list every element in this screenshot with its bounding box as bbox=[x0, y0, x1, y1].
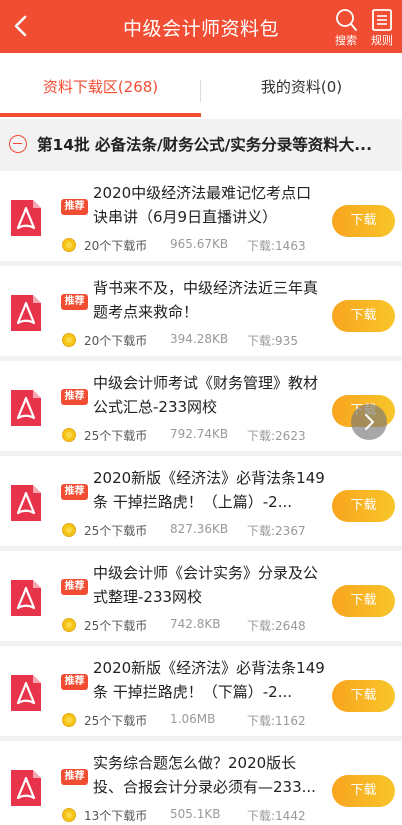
app-header: 中级会计师资料包 搜索 规则 bbox=[0, 0, 402, 53]
item-downloads: 下载:2648 bbox=[247, 619, 306, 633]
item-price: 20个下载币 bbox=[84, 334, 148, 348]
item-downloads: 下载:2367 bbox=[247, 524, 306, 538]
pdf-file-icon bbox=[11, 675, 41, 711]
pdf-file-icon bbox=[11, 485, 41, 521]
download-button[interactable]: 下载 bbox=[332, 300, 395, 332]
item-size: 505.1KB bbox=[170, 807, 221, 821]
recommend-badge: 推荐 bbox=[61, 294, 88, 310]
list-item[interactable]: 推荐 中级会计师《会计实务》分录及公式整理-233网校 25个下载币 742.8… bbox=[0, 551, 402, 641]
item-title[interactable]: 2020中级经济法最难记忆考点口诀串讲（6月9日直播讲义） bbox=[93, 181, 325, 229]
item-price: 25个下载币 bbox=[84, 714, 148, 728]
recommend-badge: 推荐 bbox=[61, 674, 88, 690]
item-title[interactable]: 背书来不及，中级经济法近三年真题考点来救命！ bbox=[93, 276, 325, 324]
item-title[interactable]: 2020新版《经济法》必背法条149条 干掉拦路虎！（上篇）-2... bbox=[93, 466, 325, 514]
pdf-file-icon bbox=[11, 200, 41, 236]
search-icon bbox=[336, 9, 357, 31]
chevron-right-icon bbox=[365, 414, 374, 430]
list-item[interactable]: 推荐 2020新版《经济法》必背法条149条 干掉拦路虎！（下篇）-2... 2… bbox=[0, 646, 402, 736]
coin-icon bbox=[62, 333, 76, 347]
pdf-file-icon bbox=[11, 580, 41, 616]
item-downloads: 下载:1442 bbox=[247, 809, 306, 823]
pdf-file-icon bbox=[11, 770, 41, 806]
download-button[interactable]: 下载 bbox=[332, 490, 395, 522]
search-button[interactable]: 搜索 bbox=[328, 7, 364, 49]
item-title[interactable]: 2020新版《经济法》必背法条149条 干掉拦路虎！（下篇）-2... bbox=[93, 656, 325, 704]
section-title: 第14批 必备法条/财务公式/实务分录等资料大... bbox=[37, 136, 372, 154]
coin-icon bbox=[62, 523, 76, 537]
item-size: 1.06MB bbox=[170, 712, 216, 726]
coin-icon bbox=[62, 713, 76, 727]
item-size: 827.36KB bbox=[170, 522, 229, 536]
list-item[interactable]: 推荐 背书来不及，中级经济法近三年真题考点来救命！ 20个下载币 394.28K… bbox=[0, 266, 402, 356]
next-page-button[interactable] bbox=[351, 404, 387, 440]
item-downloads: 下载:2623 bbox=[247, 429, 306, 443]
batch-section-header[interactable]: 第14批 必备法条/财务公式/实务分录等资料大... bbox=[0, 119, 402, 169]
item-downloads: 下载:1463 bbox=[247, 239, 306, 253]
item-downloads: 下载:1162 bbox=[247, 714, 306, 728]
download-button[interactable]: 下载 bbox=[332, 775, 395, 807]
item-title[interactable]: 中级会计师《会计实务》分录及公式整理-233网校 bbox=[93, 561, 325, 609]
item-size: 742.8KB bbox=[170, 617, 221, 631]
download-button[interactable]: 下载 bbox=[332, 205, 395, 237]
tab-my-materials[interactable]: 我的资料(0) bbox=[201, 53, 402, 119]
coin-icon bbox=[62, 808, 76, 822]
item-size: 792.74KB bbox=[170, 427, 229, 441]
item-price: 25个下载币 bbox=[84, 619, 148, 633]
coin-icon bbox=[62, 238, 76, 252]
coin-icon bbox=[62, 618, 76, 632]
pdf-file-icon bbox=[11, 295, 41, 331]
coin-icon bbox=[62, 428, 76, 442]
rules-button[interactable]: 规则 bbox=[364, 7, 400, 49]
item-size: 965.67KB bbox=[170, 237, 229, 251]
item-price: 20个下载币 bbox=[84, 239, 148, 253]
item-downloads: 下载:935 bbox=[247, 334, 298, 348]
pdf-file-icon bbox=[11, 390, 41, 426]
rules-label: 规则 bbox=[371, 34, 393, 47]
recommend-badge: 推荐 bbox=[61, 389, 88, 405]
item-title[interactable]: 实务综合题怎么做？2020版长投、合报会计分录必须有—233... bbox=[93, 751, 325, 799]
recommend-badge: 推荐 bbox=[61, 199, 88, 215]
search-label: 搜索 bbox=[335, 34, 357, 47]
item-price: 25个下载币 bbox=[84, 524, 148, 538]
item-size: 394.28KB bbox=[170, 332, 229, 346]
list-item[interactable]: 推荐 2020新版《经济法》必背法条149条 干掉拦路虎！（上篇）-2... 2… bbox=[0, 456, 402, 546]
recommend-badge: 推荐 bbox=[61, 484, 88, 500]
list-item[interactable]: 推荐 2020中级经济法最难记忆考点口诀串讲（6月9日直播讲义） 20个下载币 … bbox=[0, 171, 402, 261]
recommend-badge: 推荐 bbox=[61, 579, 88, 595]
download-button[interactable]: 下载 bbox=[332, 680, 395, 712]
recommend-badge: 推荐 bbox=[61, 769, 88, 785]
list-item[interactable]: 推荐 实务综合题怎么做？2020版长投、合报会计分录必须有—233... 13个… bbox=[0, 741, 402, 825]
rules-icon bbox=[372, 9, 392, 31]
item-title[interactable]: 中级会计师考试《财务管理》教材公式汇总-233网校 bbox=[93, 371, 325, 419]
active-tab-indicator bbox=[0, 113, 201, 117]
tab-bar: 资料下载区(268) 我的资料(0) bbox=[0, 53, 402, 119]
item-price: 25个下载币 bbox=[84, 429, 148, 443]
tab-download-area[interactable]: 资料下载区(268) bbox=[0, 53, 201, 119]
item-price: 13个下载币 bbox=[84, 809, 148, 823]
collapse-icon[interactable] bbox=[9, 135, 27, 153]
list-item[interactable]: 推荐 中级会计师考试《财务管理》教材公式汇总-233网校 25个下载币 792.… bbox=[0, 361, 402, 451]
download-button[interactable]: 下载 bbox=[332, 585, 395, 617]
